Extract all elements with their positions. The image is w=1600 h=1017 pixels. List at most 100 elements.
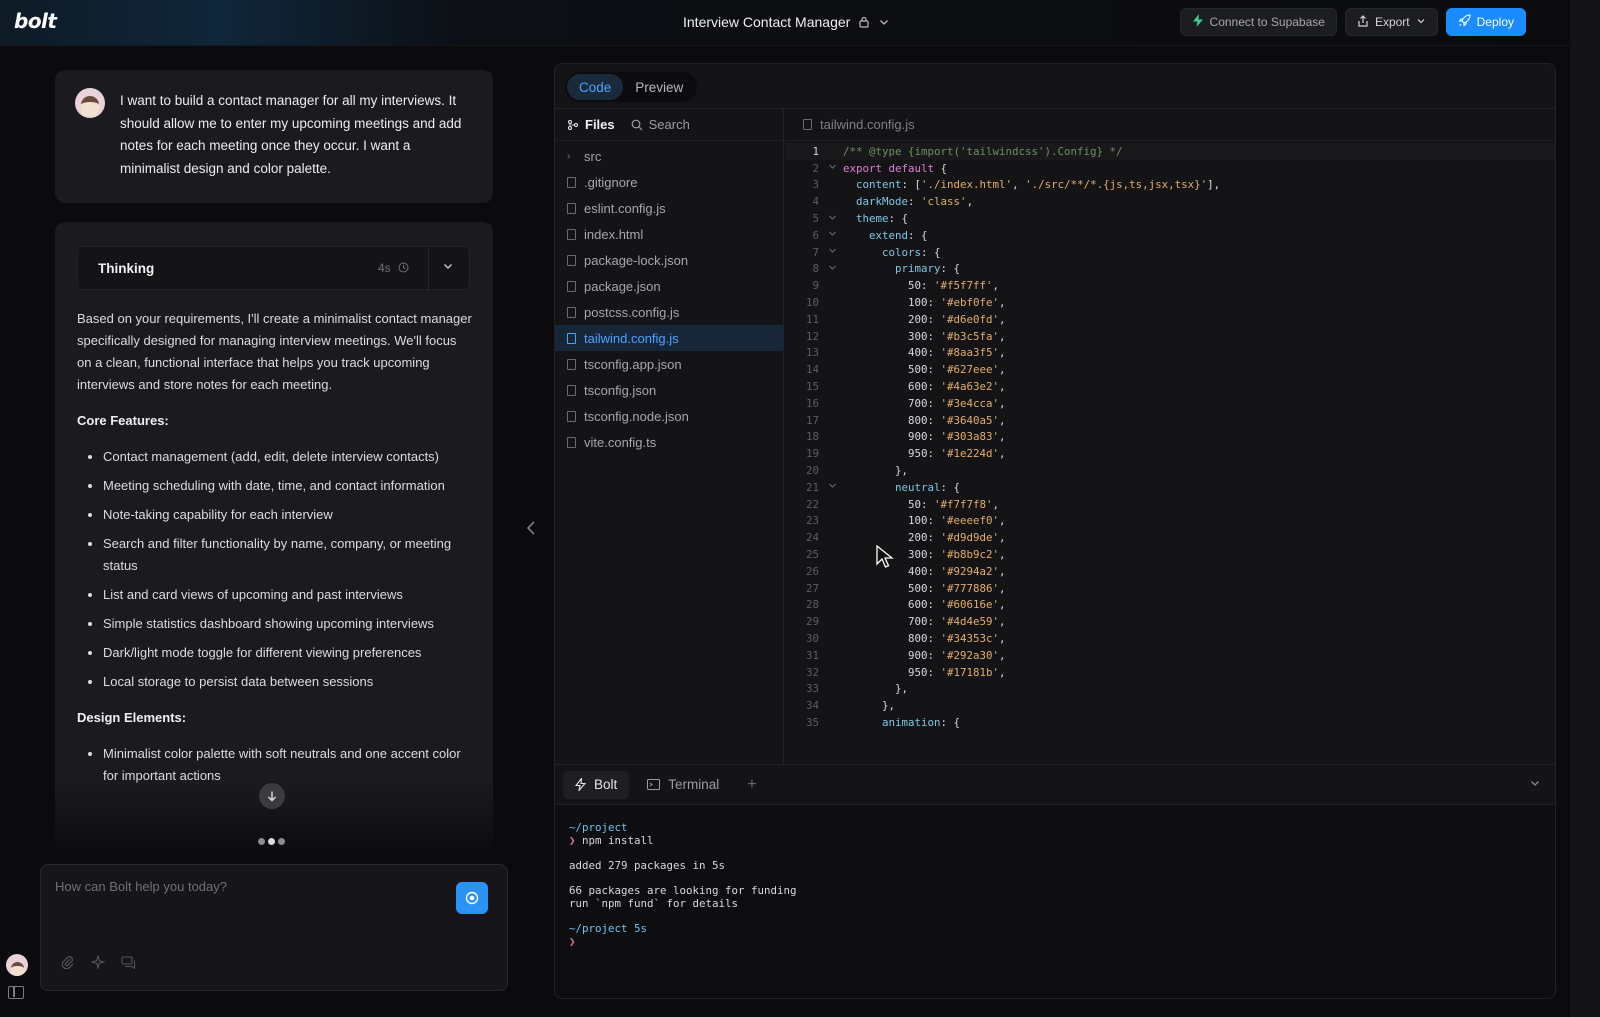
- tab-code[interactable]: Code: [567, 74, 624, 100]
- code-area[interactable]: 1 /** @type {import('tailwindcss').Config…: [785, 143, 1555, 731]
- deploy-label: Deploy: [1476, 15, 1514, 29]
- profile-avatar[interactable]: [6, 954, 28, 976]
- file-item[interactable]: index.html: [555, 221, 783, 247]
- file-item[interactable]: vite.config.ts: [555, 429, 783, 455]
- window-edge: [1570, 0, 1600, 1017]
- bolt-logo[interactable]: bolt: [14, 9, 57, 33]
- file-item[interactable]: postcss.config.js: [555, 299, 783, 325]
- list-item: Contact management (add, edit, delete in…: [103, 446, 472, 468]
- code-line[interactable]: 34 },: [785, 697, 1555, 714]
- bolt-icon: [575, 778, 586, 791]
- editor-tab[interactable]: tailwind.config.js: [785, 109, 1555, 141]
- sidebar-toggle-icon[interactable]: [8, 986, 24, 999]
- code-line[interactable]: 15 600: '#4a63e2',: [785, 378, 1555, 395]
- code-text: 200: '#d9d9de',: [843, 531, 1006, 545]
- code-line[interactable]: 27 500: '#777886',: [785, 580, 1555, 597]
- code-line[interactable]: 14 500: '#627eee',: [785, 361, 1555, 378]
- code-line[interactable]: 7 colors: {: [785, 244, 1555, 261]
- code-line[interactable]: 21 neutral: {: [785, 479, 1555, 496]
- sparkle-icon[interactable]: [89, 953, 107, 972]
- code-line[interactable]: 1 /** @type {import('tailwindcss').Config…: [785, 143, 1555, 160]
- thinking-panel[interactable]: Thinking 4s: [77, 246, 470, 291]
- tab-terminal[interactable]: Terminal: [635, 771, 731, 799]
- fold-chevron-icon[interactable]: [821, 481, 843, 493]
- project-title-menu[interactable]: Interview Contact Manager: [683, 14, 890, 30]
- code-line[interactable]: 18 900: '#303a83',: [785, 429, 1555, 446]
- chat-icon[interactable]: [121, 955, 136, 972]
- file-item[interactable]: .gitignore: [555, 169, 783, 195]
- fold-chevron-icon[interactable]: [821, 263, 843, 275]
- code-line[interactable]: 20 },: [785, 462, 1555, 479]
- file-item[interactable]: tsconfig.json: [555, 377, 783, 403]
- code-line[interactable]: 16 700: '#3e4cca',: [785, 395, 1555, 412]
- code-line[interactable]: 6 extend: {: [785, 227, 1555, 244]
- line-number: 35: [805, 715, 819, 729]
- code-line[interactable]: 10 100: '#ebf0fe',: [785, 294, 1555, 311]
- file-item[interactable]: tsconfig.app.json: [555, 351, 783, 377]
- code-line[interactable]: 25 300: '#b8b9c2',: [785, 546, 1555, 563]
- code-line[interactable]: 2 export default {: [785, 160, 1555, 177]
- export-button[interactable]: Export: [1344, 8, 1438, 36]
- file-item[interactable]: eslint.config.js: [555, 195, 783, 221]
- code-line[interactable]: 5 theme: {: [785, 210, 1555, 227]
- code-text: 200: '#d6e0fd',: [843, 312, 1006, 326]
- file-item[interactable]: tailwind.config.js: [555, 325, 783, 351]
- line-number: 2: [812, 161, 819, 175]
- terminal-output[interactable]: ~/project ❯ npm install added 279 packages…: [555, 805, 1555, 948]
- code-line[interactable]: 29 700: '#4d4e59',: [785, 613, 1555, 630]
- send-button[interactable]: [456, 882, 488, 914]
- fold-chevron-icon[interactable]: [821, 162, 843, 174]
- collapse-terminal-icon[interactable]: [1529, 777, 1541, 792]
- file-name: vite.config.ts: [584, 434, 657, 450]
- code-line[interactable]: 31 900: '#292a30',: [785, 647, 1555, 664]
- code-line[interactable]: 24 200: '#d9d9de',: [785, 529, 1555, 546]
- code-line[interactable]: 28 600: '#60616e',: [785, 597, 1555, 614]
- code-line[interactable]: 30 800: '#34353c',: [785, 630, 1555, 647]
- code-text: content: ['./index.html', './src/**/*.{j…: [856, 178, 1221, 192]
- file-name: src: [584, 148, 602, 164]
- attach-icon[interactable]: [61, 955, 75, 972]
- code-line[interactable]: 19 950: '#1e224d',: [785, 445, 1555, 462]
- code-text: export default {: [843, 161, 948, 175]
- code-line[interactable]: 4 darkMode: 'class',: [785, 193, 1555, 210]
- code-line[interactable]: 32 950: '#17181b',: [785, 664, 1555, 681]
- files-tab[interactable]: Files: [567, 117, 615, 132]
- file-name: package-lock.json: [584, 252, 689, 268]
- tab-preview[interactable]: Preview: [623, 74, 695, 100]
- terminal-line: ❯ npm install: [569, 834, 654, 847]
- fold-chevron-icon[interactable]: [821, 229, 843, 241]
- tab-bolt-terminal[interactable]: Bolt: [563, 770, 630, 799]
- fold-chevron-icon[interactable]: [821, 246, 843, 258]
- scroll-down-button[interactable]: [259, 783, 285, 809]
- code-line[interactable]: 23 100: '#eeeef0',: [785, 513, 1555, 530]
- search-files-tab[interactable]: Search: [631, 117, 690, 132]
- code-line[interactable]: 22 50: '#f7f7f8',: [785, 496, 1555, 513]
- deploy-button[interactable]: Deploy: [1445, 8, 1526, 36]
- code-text: },: [843, 682, 909, 696]
- collapse-chat-icon[interactable]: [526, 520, 536, 541]
- line-number: 5: [812, 212, 819, 226]
- connect-supabase-button[interactable]: Connect to Supabase: [1179, 8, 1337, 36]
- code-line[interactable]: 9 50: '#f5f7ff',: [785, 277, 1555, 294]
- code-line[interactable]: 26 400: '#9294a2',: [785, 563, 1555, 580]
- code-line[interactable]: 8 primary: {: [785, 261, 1555, 278]
- file-item[interactable]: package-lock.json: [555, 247, 783, 273]
- code-line[interactable]: 35 animation: {: [785, 714, 1555, 731]
- file-item[interactable]: package.json: [555, 273, 783, 299]
- code-editor[interactable]: tailwind.config.js 1 /** @type {import('t…: [785, 109, 1555, 774]
- code-line[interactable]: 17 800: '#3640a5',: [785, 412, 1555, 429]
- code-line[interactable]: 12 300: '#b3c5fa',: [785, 328, 1555, 345]
- code-line[interactable]: 13 400: '#8aa3f5',: [785, 345, 1555, 362]
- code-line[interactable]: 33 },: [785, 681, 1555, 698]
- file-item[interactable]: tsconfig.node.json: [555, 403, 783, 429]
- terminal-panel: Bolt Terminal + ~/project ❯ npm install ad…: [555, 764, 1555, 998]
- prompt-input[interactable]: [55, 879, 435, 939]
- code-line[interactable]: 11 200: '#d6e0fd',: [785, 311, 1555, 328]
- code-text: 50: '#f5f7ff',: [843, 279, 1000, 293]
- expand-thinking-icon[interactable]: [442, 260, 454, 275]
- code-text: 500: '#777886',: [843, 581, 1006, 595]
- folder-item[interactable]: › src: [555, 143, 783, 169]
- fold-chevron-icon[interactable]: [821, 213, 843, 225]
- add-terminal-icon[interactable]: +: [737, 776, 766, 794]
- code-line[interactable]: 3 content: ['./index.html', './src/**/*.…: [785, 177, 1555, 194]
